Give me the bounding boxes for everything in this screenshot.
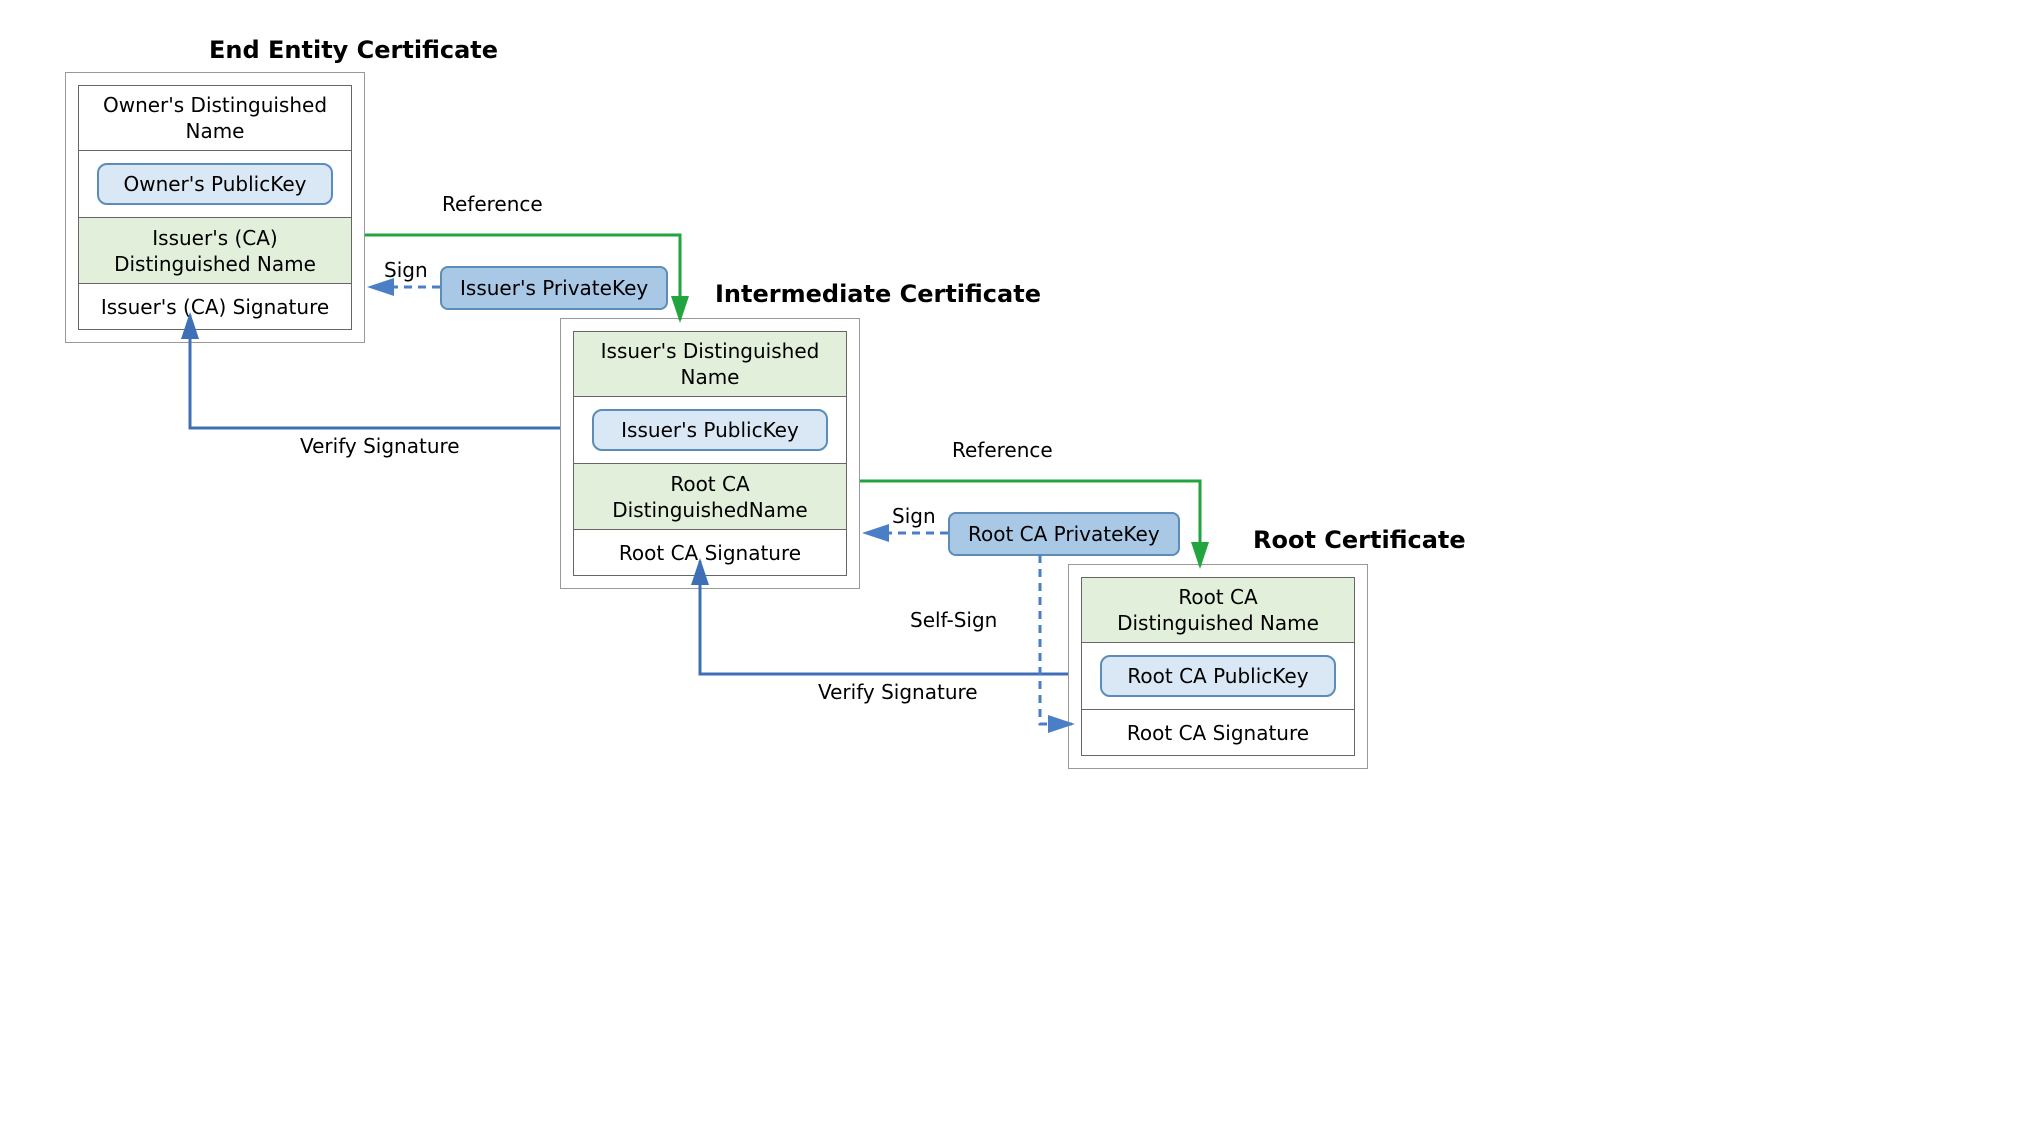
root-pk: Root CA PublicKey [1100,655,1336,697]
root-cert-box: Root CA Distinguished Name Root CA Publi… [1068,564,1368,769]
root-dn-l1: Root CA [1178,584,1257,610]
ee-issuer-dn: Issuer's (CA) Distinguished Name [78,218,352,284]
ee-owner-dn-l1: Owner's Distinguished [103,92,327,118]
ee-issuer-sig: Issuer's (CA) Signature [78,284,352,330]
ee-owner-pk-cell: Owner's PublicKey [78,151,352,218]
int-issuer-pk: Issuer's PublicKey [592,409,828,451]
int-root-sig: Root CA Signature [573,530,847,576]
ee-issuer-dn-l1: Issuer's (CA) [152,225,277,251]
ee-issuer-dn-l2: Distinguished Name [114,251,316,277]
int-issuer-dn-l2: Name [680,364,739,390]
int-root-dn-l2: DistinguishedName [612,497,807,523]
label-verify-2: Verify Signature [818,680,978,704]
root-dn: Root CA Distinguished Name [1081,577,1355,643]
intermediate-cert-box: Issuer's Distinguished Name Issuer's Pub… [560,318,860,589]
int-issuer-pk-cell: Issuer's PublicKey [573,397,847,464]
int-root-sig-text: Root CA Signature [619,540,801,566]
root-sig-text: Root CA Signature [1127,720,1309,746]
int-issuer-dn: Issuer's Distinguished Name [573,331,847,397]
root-private-key: Root CA PrivateKey [948,512,1180,556]
label-reference-2: Reference [952,438,1053,462]
end-entity-cert-box: Owner's Distinguished Name Owner's Publi… [65,72,365,343]
root-pk-cell: Root CA PublicKey [1081,643,1355,710]
title-end-entity: End Entity Certificate [209,36,498,64]
label-reference-1: Reference [442,192,543,216]
ee-owner-dn: Owner's Distinguished Name [78,85,352,151]
title-root: Root Certificate [1253,526,1466,554]
root-sig: Root CA Signature [1081,710,1355,756]
issuer-private-key: Issuer's PrivateKey [440,266,668,310]
int-root-dn: Root CA DistinguishedName [573,464,847,530]
title-intermediate: Intermediate Certificate [715,280,1041,308]
label-verify-1: Verify Signature [300,434,460,458]
ee-issuer-sig-text: Issuer's (CA) Signature [101,294,329,320]
ee-owner-pk: Owner's PublicKey [97,163,333,205]
ee-owner-dn-l2: Name [185,118,244,144]
int-issuer-dn-l1: Issuer's Distinguished [601,338,820,364]
label-self-sign: Self-Sign [910,608,997,632]
label-sign-2: Sign [892,504,936,528]
label-sign-1: Sign [384,258,428,282]
int-root-dn-l1: Root CA [670,471,749,497]
root-dn-l2: Distinguished Name [1117,610,1319,636]
